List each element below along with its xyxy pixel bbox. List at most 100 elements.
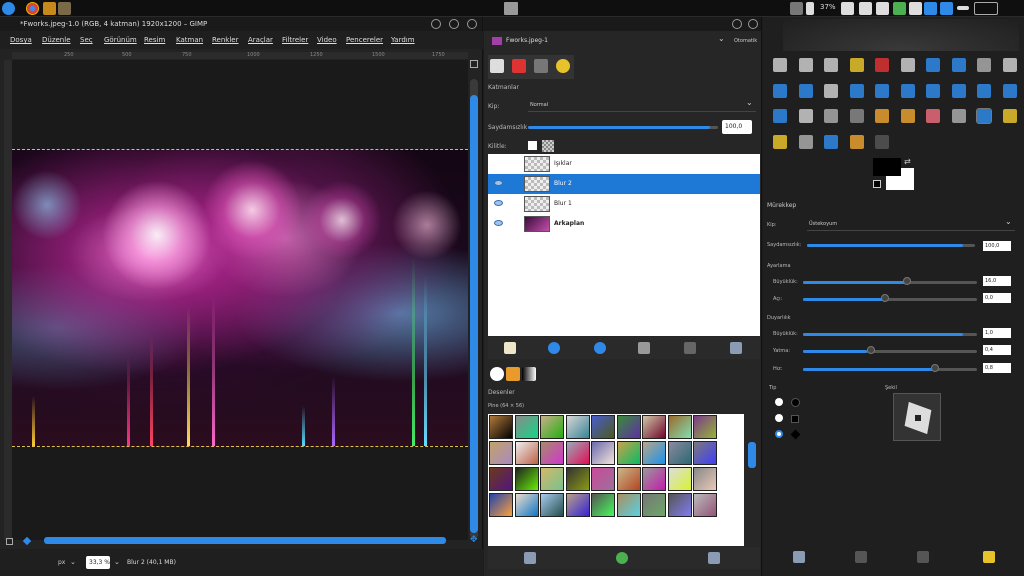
quick-mask-icon[interactable] [6, 538, 13, 545]
vertical-ruler[interactable] [4, 60, 12, 540]
wifi-icon[interactable] [790, 2, 803, 15]
tray-icon-4[interactable] [893, 2, 906, 15]
pattern-swatch[interactable] [591, 441, 615, 465]
duplicate-layer-icon[interactable] [638, 342, 650, 354]
airbrush-icon[interactable] [951, 109, 966, 123]
brushes-tab-icon[interactable] [490, 367, 504, 381]
refresh-icon[interactable] [616, 552, 628, 564]
minimize-button[interactable] [732, 19, 742, 29]
pattern-swatch[interactable] [514, 441, 539, 465]
pattern-swatch[interactable] [540, 441, 564, 465]
tray-icon-2[interactable] [859, 2, 872, 15]
perspective-icon[interactable] [951, 83, 966, 98]
channels-tab-icon[interactable] [512, 59, 526, 73]
pattern-swatch[interactable] [667, 467, 692, 491]
eye-icon[interactable] [494, 200, 503, 206]
menu-filtreler[interactable]: Filtreler [282, 31, 308, 49]
layer-row[interactable]: Blur 2 [488, 174, 760, 194]
ellipse-select-icon[interactable] [798, 58, 813, 72]
pattern-swatch[interactable] [667, 441, 692, 465]
menu-yardim[interactable]: Yardım [391, 31, 415, 49]
rotate-icon[interactable] [875, 83, 889, 98]
pattern-swatch[interactable] [565, 493, 590, 517]
scale-icon[interactable] [900, 83, 915, 98]
menu-katman[interactable]: Katman [176, 31, 203, 49]
image-selector[interactable]: Fworks.jpeg-1 ⌄ [490, 34, 726, 47]
pattern-swatch[interactable] [514, 415, 539, 439]
speed-field[interactable]: 0,8 [983, 363, 1011, 373]
delete-layer-icon[interactable] [730, 342, 742, 354]
ink-icon[interactable] [976, 108, 992, 124]
undo-history-tab-icon[interactable] [556, 59, 570, 73]
layers-tab-icon[interactable] [490, 59, 504, 73]
foreground-color-swatch-front[interactable] [873, 158, 901, 176]
desktop-preview[interactable] [974, 2, 998, 15]
eraser-icon[interactable] [926, 109, 940, 123]
pattern-swatch[interactable] [616, 415, 641, 439]
align-icon[interactable] [824, 83, 838, 98]
tray-icon-5[interactable] [909, 2, 922, 15]
chevron-down-icon[interactable]: ⌄ [70, 549, 76, 576]
menu-video[interactable]: Video [317, 31, 337, 49]
warp-icon[interactable] [773, 109, 787, 123]
horizontal-scrollbar[interactable] [44, 537, 446, 544]
patterns-tab-icon[interactable] [506, 367, 520, 381]
pattern-swatch[interactable] [667, 493, 692, 517]
close-button[interactable] [748, 19, 758, 29]
lock-alpha-icon[interactable] [542, 140, 554, 152]
pencil-icon[interactable] [875, 109, 889, 123]
reset-options-icon[interactable] [983, 551, 995, 563]
type-radio-circle[interactable] [775, 398, 783, 406]
menu-duzenle[interactable]: Düzenle [42, 31, 71, 49]
pattern-swatch[interactable] [489, 467, 513, 491]
shape-editor[interactable] [893, 393, 941, 441]
sens-size-field[interactable]: 1,0 [983, 328, 1011, 338]
open-as-image-icon[interactable] [708, 552, 720, 564]
menu-pencereler[interactable]: Pencereler [346, 31, 383, 49]
maximize-button[interactable] [449, 19, 459, 29]
patterns-grid[interactable] [488, 414, 744, 546]
shape-handle[interactable] [915, 415, 921, 421]
zoom-icon[interactable] [1002, 58, 1017, 72]
swap-colors-icon[interactable]: ⇄ [904, 157, 911, 166]
smudge-icon[interactable] [849, 134, 864, 149]
pattern-swatch[interactable] [693, 467, 717, 491]
pattern-swatch[interactable] [591, 415, 615, 439]
image-canvas[interactable] [12, 60, 468, 540]
pattern-swatch[interactable] [616, 493, 641, 517]
layer-row[interactable]: Blur 1 [488, 194, 760, 214]
auto-toggle[interactable]: Otomatik [734, 38, 757, 44]
menu-renkler[interactable]: Renkler [212, 31, 238, 49]
opacity-field[interactable]: 100,0 [722, 120, 752, 134]
window-switcher-icon[interactable] [504, 2, 518, 15]
text-icon[interactable] [798, 109, 813, 123]
blend-icon[interactable] [849, 109, 864, 123]
restore-preset-icon[interactable] [855, 551, 867, 563]
menu-resim[interactable]: Resim [144, 31, 165, 49]
lock-pixels-checkbox[interactable] [528, 141, 537, 150]
color-select-icon[interactable] [875, 58, 889, 72]
new-layer-icon[interactable] [504, 342, 516, 354]
pattern-edit-icon[interactable] [524, 552, 536, 564]
default-colors-icon[interactable] [873, 180, 881, 188]
menu-dosya[interactable]: Dosya [10, 31, 32, 49]
blur-icon[interactable] [824, 134, 838, 149]
battery-icon[interactable] [806, 2, 814, 15]
pattern-swatch[interactable] [514, 467, 539, 491]
speed-slider-knob[interactable] [931, 364, 939, 372]
pattern-swatch[interactable] [540, 415, 564, 439]
size-field[interactable]: 16,0 [983, 276, 1011, 286]
crop-icon[interactable] [849, 83, 864, 98]
color-picker-icon[interactable] [977, 58, 991, 72]
angle-field[interactable]: 0,0 [983, 293, 1011, 303]
pattern-swatch[interactable] [693, 493, 717, 517]
tilt-slider-knob[interactable] [867, 346, 875, 354]
paint-mode-select[interactable]: Üstekoyum ⌄ [807, 217, 1015, 231]
type-radio-diamond[interactable] [775, 430, 783, 438]
pattern-swatch[interactable] [591, 493, 615, 517]
tray-icon-3[interactable] [876, 2, 889, 15]
pattern-swatch[interactable] [514, 493, 539, 517]
navigate-cross-icon[interactable]: ✥ [470, 536, 479, 545]
tray-icon-1[interactable] [841, 2, 854, 15]
dodge-burn-icon[interactable] [875, 134, 889, 149]
